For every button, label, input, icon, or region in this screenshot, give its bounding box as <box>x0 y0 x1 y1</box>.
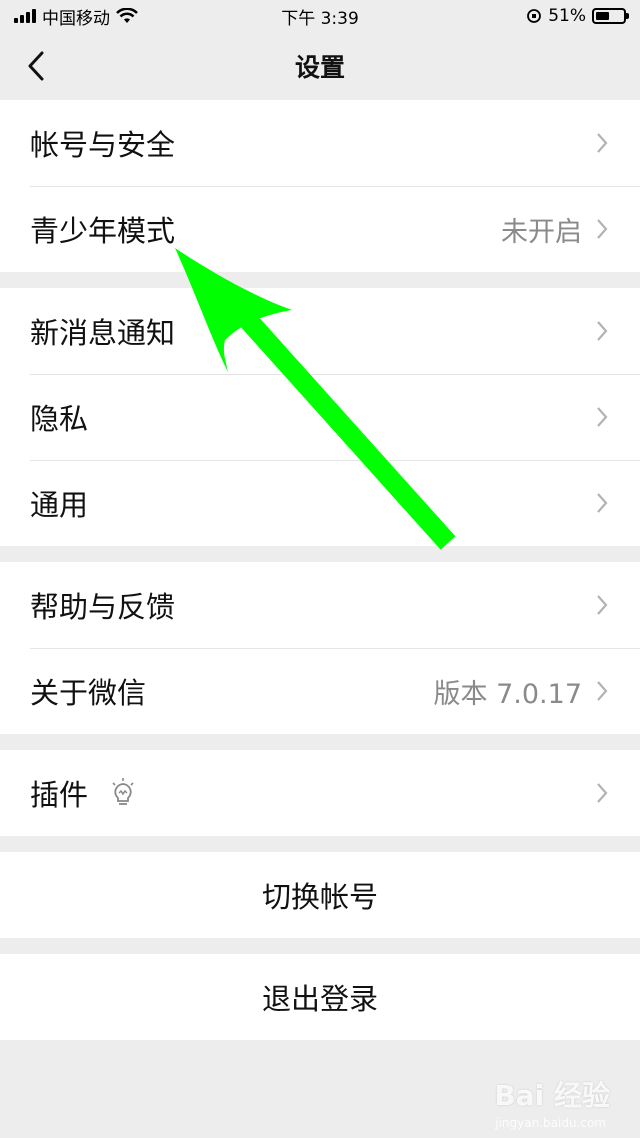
battery-icon <box>592 8 629 24</box>
carrier-label: 中国移动 <box>42 8 110 29</box>
switch-account-button[interactable]: 切换帐号 <box>0 852 640 938</box>
switch-account-section: 切换帐号 <box>0 852 640 938</box>
logout-section: 退出登录 <box>0 954 640 1040</box>
row-value: 未开启 <box>501 216 582 248</box>
logout-button[interactable]: 退出登录 <box>0 954 640 1040</box>
chevron-right-icon <box>596 319 610 343</box>
row-label: 青少年模式 <box>30 214 176 248</box>
lightbulb-icon <box>110 778 136 808</box>
page-title: 设置 <box>294 53 345 82</box>
rotation-lock-icon <box>527 9 542 23</box>
row-teen-mode[interactable]: 青少年模式 未开启 <box>0 186 640 272</box>
settings-group-account: 帐号与安全 青少年模式 未开启 <box>0 100 640 272</box>
settings-group-general: 新消息通知 隐私 通用 <box>0 288 640 546</box>
row-label: 隐私 <box>30 402 89 436</box>
settings-group-help: 帮助与反馈 关于微信 版本 7.0.17 <box>0 562 640 734</box>
battery-percent: 51% <box>548 6 586 26</box>
wifi-icon <box>116 8 138 23</box>
row-privacy[interactable]: 隐私 <box>0 374 640 460</box>
row-label: 通用 <box>30 488 89 522</box>
watermark-logo: Bai 经验 <box>494 1079 610 1112</box>
settings-group-plugins: 插件 <box>0 750 640 836</box>
row-account-security[interactable]: 帐号与安全 <box>0 100 640 186</box>
row-help-feedback[interactable]: 帮助与反馈 <box>0 562 640 648</box>
chevron-right-icon <box>596 593 610 617</box>
signal-icon <box>14 9 36 23</box>
row-label: 新消息通知 <box>30 316 176 350</box>
status-left: 中国移动 <box>14 4 138 29</box>
battery-fill <box>596 12 610 20</box>
back-button[interactable] <box>18 48 54 84</box>
watermark-url: jingyan.baidu.com <box>495 1116 606 1130</box>
chevron-right-icon <box>596 131 610 155</box>
nav-bar: 设置 <box>0 32 640 100</box>
chevron-right-icon <box>596 781 610 805</box>
row-label: 帐号与安全 <box>30 128 176 162</box>
chevron-right-icon <box>596 679 610 703</box>
row-label: 关于微信 <box>30 676 147 710</box>
chevron-right-icon <box>596 491 610 515</box>
chevron-right-icon <box>596 405 610 429</box>
chevron-right-icon <box>596 217 610 241</box>
row-label: 插件 <box>30 778 89 812</box>
status-right: 51% <box>526 6 629 26</box>
row-about-wechat[interactable]: 关于微信 版本 7.0.17 <box>0 648 640 734</box>
row-general[interactable]: 通用 <box>0 460 640 546</box>
row-notifications[interactable]: 新消息通知 <box>0 288 640 374</box>
row-label: 帮助与反馈 <box>30 590 176 624</box>
row-plugins[interactable]: 插件 <box>0 750 640 836</box>
back-icon <box>28 51 44 81</box>
row-value: 版本 7.0.17 <box>433 678 582 710</box>
status-bar: 中国移动 下午 3:39 51% <box>0 0 640 32</box>
